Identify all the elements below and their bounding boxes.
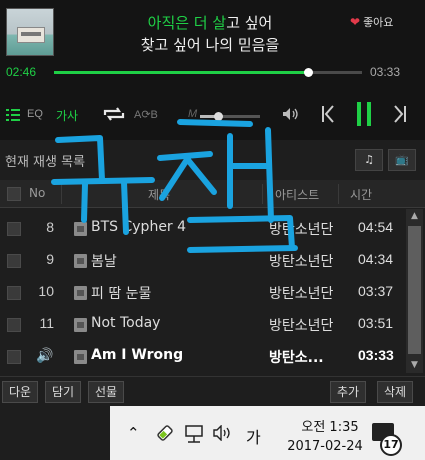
track-artist[interactable]: 방탄소...	[269, 347, 324, 367]
select-all-checkbox[interactable]	[7, 187, 21, 201]
row-checkbox[interactable]	[7, 286, 21, 300]
row-number: 10	[38, 283, 54, 299]
elapsed-time: 02:46	[6, 65, 37, 79]
column-time[interactable]: 시간	[350, 186, 372, 203]
download-button[interactable]: 다운	[2, 381, 39, 403]
track-title[interactable]: Am I Wrong	[91, 347, 183, 363]
seek-bar-fill	[54, 71, 309, 74]
track-title[interactable]: 피 땀 눈물	[91, 283, 151, 303]
like-button[interactable]: ❤ 좋아요	[350, 14, 393, 30]
lyric-sung-part: 아직은 더 살	[147, 14, 227, 32]
heart-icon: ❤	[350, 15, 361, 29]
row-checkbox[interactable]	[7, 318, 21, 332]
playlist-row[interactable]: 11 Not Today 방탄소년단 03:51	[0, 308, 405, 340]
add-to-list-button[interactable]: 담기	[45, 381, 82, 403]
total-time: 03:33	[370, 65, 401, 79]
track-artist[interactable]: 방탄소년단	[269, 315, 333, 335]
next-icon[interactable]	[393, 105, 407, 123]
handwritten-scribble-overlay	[51, 119, 298, 253]
tv-icon: 📺	[395, 153, 409, 166]
music-note-list-button[interactable]: ♫	[355, 149, 383, 171]
row-checkbox[interactable]	[7, 350, 21, 364]
album-art[interactable]	[6, 8, 54, 56]
track-duration: 04:34	[358, 251, 394, 267]
seek-bar[interactable]	[54, 68, 362, 77]
track-duration: 03:37	[358, 283, 394, 299]
playlist-action-bar: 다운 담기 선물 추가 삭제	[0, 376, 425, 406]
pause-icon[interactable]	[356, 102, 372, 126]
row-number: 11	[39, 315, 54, 331]
list-icon[interactable]	[6, 108, 20, 122]
track-duration: 03:51	[358, 315, 394, 331]
battery-icon[interactable]	[154, 422, 176, 444]
lyrics-doc-icon[interactable]	[74, 286, 87, 300]
delete-button[interactable]: 삭제	[377, 381, 414, 403]
clock-time[interactable]: 오전 1:35	[285, 416, 375, 435]
video-view-button[interactable]: 📺	[388, 149, 416, 171]
ime-indicator[interactable]: 가	[246, 424, 261, 448]
like-label: 좋아요	[363, 16, 394, 29]
music-note-icon: ♫	[364, 153, 374, 166]
network-icon[interactable]	[184, 425, 206, 443]
row-checkbox[interactable]	[7, 222, 21, 236]
track-duration: 04:54	[358, 219, 394, 235]
gift-button[interactable]: 선물	[88, 381, 125, 403]
lyric-line-next: 찾고 싶어 나의 믿음을	[140, 36, 280, 54]
notification-count-badge[interactable]: 17	[380, 434, 402, 456]
show-hidden-icons-chevron-icon[interactable]: ⌃	[127, 424, 140, 442]
previous-icon[interactable]	[321, 105, 335, 123]
playlist-row[interactable]: 10 피 땀 눈물 방탄소년단 03:37	[0, 276, 405, 308]
row-checkbox[interactable]	[7, 254, 21, 268]
seek-handle[interactable]	[304, 68, 314, 77]
add-button[interactable]: 추가	[330, 381, 367, 403]
lyrics-doc-icon[interactable]	[74, 254, 87, 268]
volume-icon[interactable]	[213, 425, 233, 441]
track-artist[interactable]: 방탄소년단	[269, 283, 333, 303]
album-art-building	[17, 27, 45, 43]
track-title[interactable]: Not Today	[91, 315, 160, 331]
now-playing-speaker-icon: 🔊	[36, 348, 54, 364]
playlist-row[interactable]: 🔊 Am I Wrong 방탄소... 03:33	[0, 340, 405, 372]
lyrics-doc-icon[interactable]	[74, 318, 87, 332]
scroll-up-arrow[interactable]: ▲	[406, 209, 423, 224]
track-duration: 03:33	[358, 347, 394, 363]
lyric-remaining-part: 고 싶어	[226, 14, 273, 32]
column-divider	[338, 184, 339, 204]
scrollbar-thumb[interactable]	[408, 226, 421, 354]
scroll-down-arrow[interactable]: ▼	[406, 358, 423, 373]
clock-date[interactable]: 2017-02-24	[270, 439, 380, 454]
lyric-line-current: 아직은 더 살고 싶어	[70, 12, 350, 33]
windows-taskbar: ⌃ 가 오전 1:35 2017-02-24 17	[110, 406, 425, 460]
lyrics-doc-icon[interactable]	[74, 350, 87, 364]
